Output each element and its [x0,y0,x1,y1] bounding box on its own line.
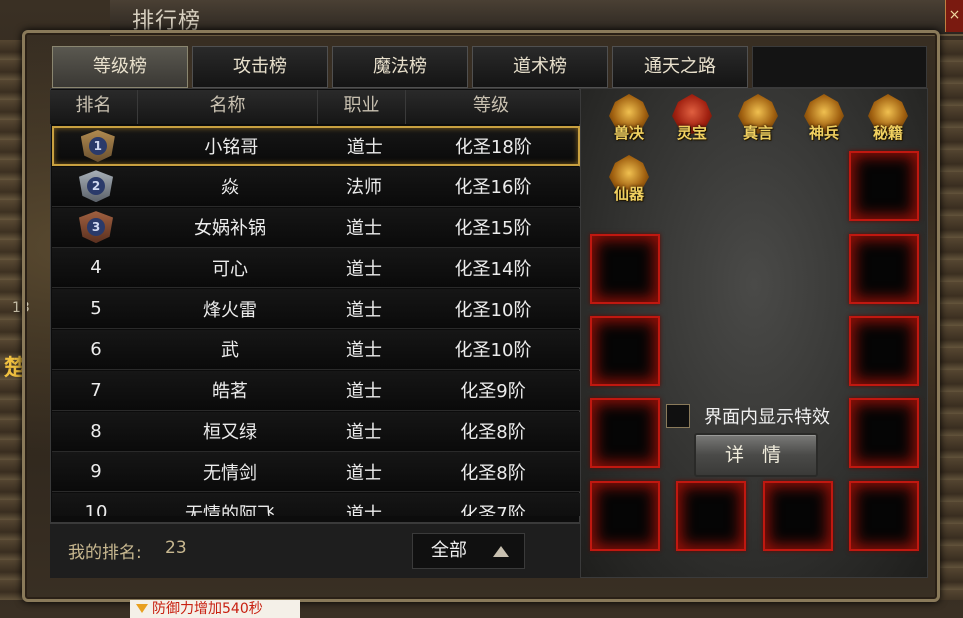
player-level: 化圣10阶 [454,299,532,321]
secret-manual-icon[interactable]: 秘籍 [862,94,914,148]
my-rank-value: 23 [165,538,187,558]
buff-notice-text: 防御力增加540秒 [152,601,263,617]
my-rank-label: 我的排名: [68,543,142,563]
arrow-down-icon [136,604,148,613]
rank-1-medal-icon: 1 [80,130,115,162]
player-level: 化圣9阶 [460,381,526,403]
player-level: 化圣14阶 [454,258,532,280]
table-header: 排名 名称 职业 等级 [50,90,580,124]
player-level: 化圣15阶 [454,218,532,240]
right-dragon-ornament [938,40,963,600]
equipment-slot[interactable] [590,316,660,386]
rank-3-medal-icon: 3 [79,211,113,244]
equipment-slot[interactable] [849,151,919,221]
table-row[interactable]: 1 小铭哥 道士 化圣18阶 [52,126,580,166]
player-job: 道士 [346,503,382,516]
close-button[interactable]: × [945,0,963,32]
player-rank: 9 [90,461,102,483]
mantra-icon[interactable]: 真言 [732,94,784,148]
player-name: 女娲补锅 [194,218,266,240]
header-level: 等级 [473,95,509,116]
table-row[interactable]: 3 女娲补锅 道士 化圣15阶 [52,207,580,248]
equipment-slot[interactable] [849,398,919,468]
tab-level[interactable]: 等级榜 [52,46,188,88]
player-job: 道士 [346,218,382,240]
player-name: 小铭哥 [204,137,259,158]
tab-taoism[interactable]: 道术榜 [472,46,608,88]
tab-attack[interactable]: 攻击榜 [192,46,328,88]
player-level: 化圣8阶 [460,422,526,444]
player-name: 桓又绿 [203,422,257,444]
rank-2-medal-icon: 2 [79,170,113,203]
buff-notice: 防御力增加540秒 [130,600,300,618]
table-row[interactable]: 10 无情的阿飞 道士 化圣7阶 [52,493,580,516]
player-rank: 6 [90,338,102,360]
player-job: 道士 [346,340,382,362]
header-name: 名称 [138,90,318,124]
player-level: 化圣7阶 [460,503,526,516]
show-effects-label: 界面内显示特效 [704,407,830,428]
player-job: 道士 [346,137,383,158]
player-job: 道士 [346,381,382,403]
player-level: 化圣8阶 [460,462,526,484]
table-row[interactable]: 4 可心 道士 化圣14阶 [52,248,580,289]
tab-bar-filler [752,46,927,88]
player-name: 武 [221,340,239,362]
player-name: 无情的阿飞 [185,503,275,516]
player-level: 化圣18阶 [454,137,532,158]
ranking-tabs: 等级榜 攻击榜 魔法榜 道术榜 通天之路 [52,46,748,88]
table-row[interactable]: 8 桓又绿 道士 化圣8阶 [52,411,580,452]
player-rank: 10 [84,502,108,516]
tab-magic[interactable]: 魔法榜 [332,46,468,88]
immortal-artifact-icon[interactable]: 仙器 [603,155,655,209]
tab-tongtian-road[interactable]: 通天之路 [612,46,748,88]
player-rank: 4 [90,257,102,279]
player-rank: 7 [90,379,102,401]
filter-selected-value: 全部 [431,540,467,561]
equipment-slot[interactable] [590,398,660,468]
table-row[interactable]: 2 焱 法师 化圣16阶 [52,166,580,207]
table-row[interactable]: 7 皓茗 道士 化圣9阶 [52,370,580,411]
player-job: 道士 [346,422,382,444]
player-job: 法师 [346,177,382,199]
equipment-slot[interactable] [763,481,833,551]
player-job: 道士 [346,462,382,484]
beast-skill-icon[interactable]: 兽决 [603,94,655,148]
player-name: 焱 [221,177,239,199]
player-name: 可心 [212,258,248,280]
header-rank: 排名 [50,90,138,124]
player-rank: 8 [90,420,102,442]
ranking-list[interactable]: 1 小铭哥 道士 化圣18阶 2 焱 法师 化圣16阶 3 女娲补锅 道士 化圣… [52,126,580,516]
player-rank: 5 [90,298,102,320]
table-row[interactable]: 9 无情剑 道士 化圣8阶 [52,452,580,493]
equipment-slot[interactable] [590,481,660,551]
detail-button[interactable]: 详 情 [694,433,818,477]
spirit-treasure-icon[interactable]: 灵宝 [666,94,718,148]
triangle-up-icon [493,546,509,557]
header-job: 职业 [318,90,406,124]
player-name: 烽火雷 [203,299,257,321]
show-effects-checkbox[interactable] [666,404,690,428]
player-name: 皓茗 [212,381,248,403]
divine-weapon-icon[interactable]: 神兵 [798,94,850,148]
player-level: 化圣16阶 [454,177,532,199]
table-row[interactable]: 6 武 道士 化圣10阶 [52,329,580,370]
player-name: 无情剑 [203,462,257,484]
player-level: 化圣10阶 [454,340,532,362]
equipment-slot[interactable] [849,481,919,551]
equipment-slot[interactable] [676,481,746,551]
table-row[interactable]: 5 烽火雷 道士 化圣10阶 [52,289,580,330]
filter-dropdown[interactable]: 全部 [412,533,525,569]
player-job: 道士 [346,299,382,321]
equipment-slot[interactable] [849,234,919,304]
player-job: 道士 [346,258,382,280]
equipment-slot[interactable] [849,316,919,386]
equipment-slot[interactable] [590,234,660,304]
